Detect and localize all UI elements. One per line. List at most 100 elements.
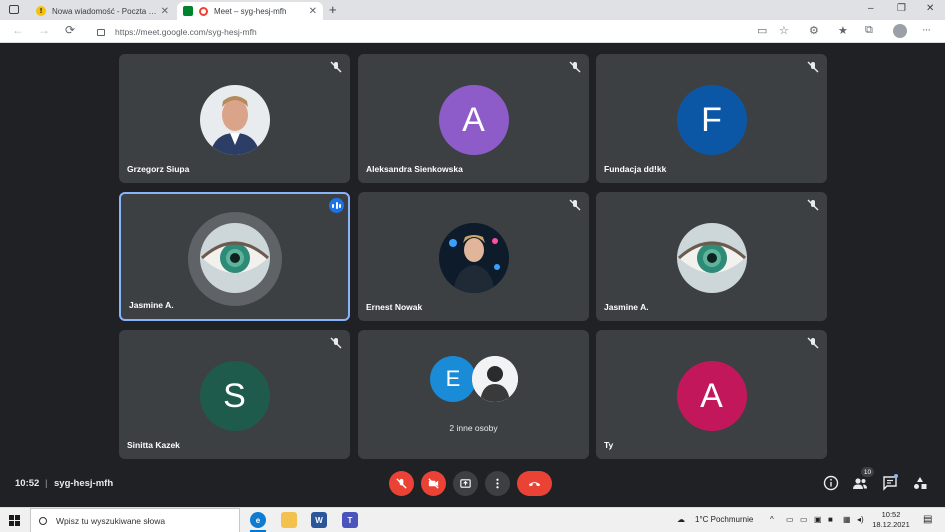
- tray-app-icon[interactable]: ▭: [786, 515, 794, 524]
- notifications-icon[interactable]: ▤: [923, 514, 932, 525]
- teams-icon[interactable]: T: [342, 512, 358, 528]
- participant-tile[interactable]: Ernest Nowak: [358, 192, 589, 321]
- edge-icon[interactable]: e: [250, 512, 266, 532]
- chat-notification-dot: [894, 474, 898, 478]
- speaking-icon: [329, 198, 344, 213]
- hang-up-icon: [528, 482, 541, 487]
- tray-app-icon[interactable]: ▭: [800, 515, 808, 524]
- taskbar-search-input[interactable]: Wpisz tu wyszukiwane słowa: [30, 508, 240, 532]
- close-window-button[interactable]: ✕: [926, 3, 934, 14]
- extensions-icon[interactable]: ⚙: [809, 24, 819, 37]
- meeting-controls-bar: 10:52 | syg-hesj-mfh 10: [0, 463, 945, 507]
- mic-off-icon: [569, 61, 581, 73]
- volume-icon[interactable]: ◂): [857, 515, 864, 524]
- avatar: A: [676, 361, 747, 431]
- camera-toggle-button[interactable]: [421, 471, 446, 496]
- leave-call-button[interactable]: [517, 471, 552, 496]
- taskbar-time: 10:52: [881, 510, 901, 519]
- present-screen-button[interactable]: [453, 471, 478, 496]
- avatar: [199, 85, 270, 155]
- participant-name: Ernest Nowak: [366, 302, 423, 312]
- meeting-details-icon[interactable]: [823, 475, 839, 491]
- minimize-button[interactable]: –: [868, 3, 874, 14]
- meet-icon: [183, 6, 193, 16]
- search-placeholder: Wpisz tu wyszukiwane słowa: [56, 515, 166, 526]
- taskbar-clock[interactable]: 10:52 18.12.2021: [869, 510, 913, 530]
- tray-app-icon[interactable]: ▣: [814, 515, 822, 524]
- tab-onet-mail[interactable]: ! Nowa wiadomość - Poczta w Onecie ✕: [30, 2, 175, 20]
- show-hidden-icons[interactable]: ^: [770, 515, 774, 524]
- present-icon: [460, 479, 471, 488]
- tab-title: Meet – syg-hesj-mfh: [214, 6, 287, 16]
- back-button[interactable]: ←: [12, 23, 24, 37]
- word-icon[interactable]: W: [311, 512, 327, 528]
- participant-name: Jasmine A.: [129, 300, 174, 310]
- self-tile[interactable]: A Ty: [596, 330, 827, 459]
- mic-off-icon: [807, 337, 819, 349]
- more-options-button[interactable]: [485, 471, 510, 496]
- favorites-icon[interactable]: ★: [838, 24, 848, 37]
- collections-icon[interactable]: ⧉: [865, 24, 873, 37]
- close-tab-icon[interactable]: ✕: [309, 6, 317, 17]
- participant-tile[interactable]: F Fundacja dd!kk: [596, 54, 827, 183]
- windows-taskbar: Wpisz tu wyszukiwane słowa e W T ☁ 1°C P…: [0, 507, 945, 532]
- add-favorite-icon[interactable]: ☆: [779, 24, 789, 37]
- others-tile[interactable]: E 2 inne osoby: [358, 330, 589, 459]
- avatar: E: [430, 356, 476, 402]
- weather-text[interactable]: 1°C Pochmurnie: [695, 515, 753, 524]
- others-label: 2 inne osoby: [449, 423, 498, 433]
- participant-name: Ty: [604, 440, 614, 450]
- tray-app-icon[interactable]: ■: [828, 515, 833, 524]
- avatar: A: [438, 85, 509, 155]
- browser-tab-bar: ! Nowa wiadomość - Poczta w Onecie ✕ Mee…: [0, 0, 945, 20]
- taskbar-date: 18.12.2021: [872, 520, 910, 529]
- forward-button[interactable]: →: [38, 23, 50, 37]
- meeting-code: syg-hesj-mfh: [54, 478, 114, 489]
- avatar: [438, 223, 509, 293]
- activities-icon[interactable]: [912, 475, 928, 491]
- network-icon[interactable]: ▦: [843, 515, 851, 524]
- mic-off-icon: [569, 199, 581, 211]
- avatar: S: [199, 361, 270, 431]
- mic-off-icon: [330, 337, 342, 349]
- participant-name: Fundacja dd!kk: [604, 164, 667, 174]
- mic-off-icon: [396, 478, 407, 489]
- participant-tile[interactable]: A Aleksandra Sienkowska: [358, 54, 589, 183]
- search-icon: [39, 516, 47, 525]
- close-tab-icon[interactable]: ✕: [161, 6, 169, 17]
- participant-tile[interactable]: Grzegorz Siupa: [119, 54, 350, 183]
- mic-toggle-button[interactable]: [389, 471, 414, 496]
- participant-tile[interactable]: Jasmine A.: [596, 192, 827, 321]
- participant-name: Aleksandra Sienkowska: [366, 164, 463, 174]
- lock-icon: [97, 29, 105, 36]
- address-bar: ← → ⟳ https://meet.google.com/syg-hesj-m…: [0, 20, 945, 43]
- camera-off-icon: [428, 478, 439, 489]
- url-text: https://meet.google.com/syg-hesj-mfh: [115, 26, 257, 37]
- more-vert-icon: [496, 478, 499, 489]
- file-explorer-icon[interactable]: [281, 512, 297, 528]
- warning-icon: !: [36, 6, 46, 16]
- maximize-button[interactable]: ❐: [897, 3, 906, 14]
- participant-name: Grzegorz Siupa: [127, 164, 190, 174]
- camera-icon[interactable]: ▭: [757, 24, 767, 37]
- profile-avatar[interactable]: [893, 24, 907, 38]
- url-field[interactable]: https://meet.google.com/syg-hesj-mfh: [89, 22, 803, 41]
- tab-actions-icon[interactable]: [9, 5, 19, 14]
- tab-meet[interactable]: Meet – syg-hesj-mfh ✕: [177, 2, 323, 20]
- avatar: [199, 223, 270, 293]
- new-tab-button[interactable]: +: [329, 2, 337, 17]
- people-icon[interactable]: [852, 475, 868, 491]
- tab-title: Nowa wiadomość - Poczta w Onecie: [52, 6, 157, 16]
- more-icon[interactable]: ···: [922, 24, 931, 36]
- mic-off-icon: [330, 61, 342, 73]
- participant-tile[interactable]: Jasmine A.: [119, 192, 350, 321]
- recording-icon: [199, 6, 208, 16]
- participant-tile[interactable]: S Sinitta Kazek: [119, 330, 350, 459]
- reload-button[interactable]: ⟳: [65, 23, 75, 37]
- mic-off-icon: [807, 61, 819, 73]
- avatar: [676, 223, 747, 293]
- participant-name: Sinitta Kazek: [127, 440, 180, 450]
- meet-stage: Grzegorz Siupa A Aleksandra Sienkowska F…: [0, 43, 945, 507]
- avatar: [472, 356, 518, 402]
- windows-start-icon[interactable]: [9, 515, 20, 526]
